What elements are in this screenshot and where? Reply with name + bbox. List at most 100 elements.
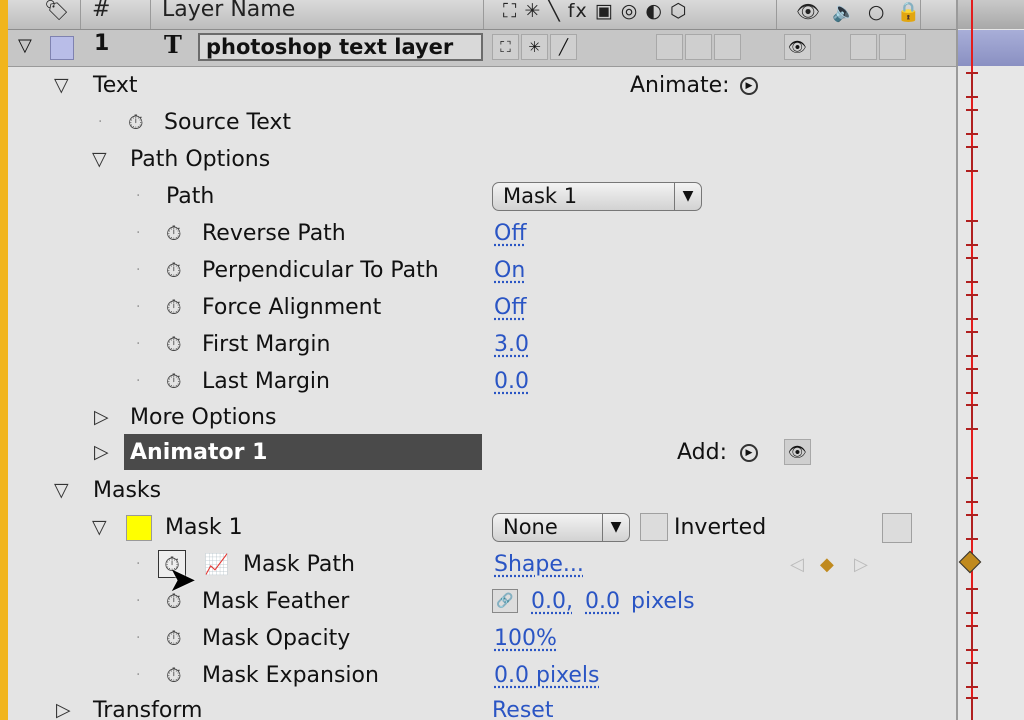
force-alignment-value[interactable]: Off [494,289,526,326]
mask-feather-x[interactable]: 0.0, [531,583,573,620]
reset-link[interactable]: Reset [492,692,553,720]
stopwatch-icon[interactable]: ⏱ [166,620,182,657]
stopwatch-icon[interactable]: ⏱ [166,252,182,289]
column-layer-name[interactable]: Layer Name [162,0,295,22]
column-index[interactable]: # [92,0,110,22]
layer-index: 1 [94,31,110,56]
quality-switch[interactable]: ╱ [550,34,577,60]
transform-row[interactable]: ▷ Transform Reset [0,692,956,720]
time-ruler[interactable] [958,0,1024,29]
path-label: Path [166,184,215,209]
keyframe-interval-icon [965,477,979,503]
keyframe-interval-icon [965,697,979,720]
visibility-eye-icon[interactable]: 👁 [784,34,811,60]
last-margin-value[interactable]: 0.0 [494,363,529,400]
first-margin-value[interactable]: 3.0 [494,326,529,363]
layer-color-swatch[interactable] [50,36,74,60]
animate-label: Animate: [630,73,730,98]
visibility-eye-icon[interactable]: 👁 [784,439,811,465]
next-keyframe-icon[interactable]: ▷ [854,546,868,583]
twirl-open-icon[interactable]: ▽ [54,67,69,104]
mouse-cursor-icon: ➤ [168,560,197,600]
twirl-open-icon[interactable]: ▽ [54,472,69,509]
stopwatch-icon[interactable]: ⏱ [166,657,182,694]
twirl-open-icon[interactable]: ▽ [92,141,107,178]
adjustment-switch[interactable] [685,34,712,60]
mask-opacity-row: · ⏱ Mask Opacity 100% [0,620,956,657]
add-keyframe-icon[interactable]: ◆ [820,546,834,583]
chevron-down-icon: ▼ [602,514,629,541]
twirl-closed-icon[interactable]: ▷ [56,692,71,720]
text-group-row[interactable]: ▽ Text Animate: ▶ [0,67,956,104]
perpendicular-row: · ⏱ Perpendicular To Path On [0,252,956,289]
twirl-closed-icon[interactable]: ▷ [94,399,109,436]
layer-row[interactable]: ▽ 1 T photoshop text layer ⛶ ✳ ╱ 👁 [8,30,958,67]
stopwatch-icon[interactable]: ⏱ [166,215,182,252]
collapse-switch[interactable]: ✳ [521,34,548,60]
mask-expansion-label: Mask Expansion [202,663,379,688]
motion-blur-switch[interactable] [656,34,683,60]
twirl-closed-icon[interactable]: ▷ [94,434,109,471]
add-menu-button[interactable]: ▶ [740,434,758,471]
shy-switch[interactable]: ⛶ [492,34,519,60]
animator-row[interactable]: ▷ Animator 1 Add: ▶ 👁 [0,434,956,471]
mask-opacity-label: Mask Opacity [202,626,351,651]
label-tag-icon[interactable]: 🏷 [44,0,69,22]
mask-color-swatch[interactable] [126,515,152,541]
stopwatch-icon[interactable]: ⏱ [128,104,144,141]
stopwatch-icon[interactable]: ⏱ [166,289,182,326]
animator-label[interactable]: Animator 1 [130,434,267,471]
reverse-path-label: Reverse Path [202,221,346,246]
perpendicular-label: Perpendicular To Path [202,258,439,283]
keyframe-interval-icon [965,331,979,357]
mask-expansion-row: · ⏱ Mask Expansion 0.0 pixels [0,657,956,694]
3d-switch[interactable] [714,34,741,60]
mask-path-value[interactable]: Shape... [494,546,584,583]
perpendicular-value[interactable]: On [494,252,525,289]
mask1-row[interactable]: ▽ Mask 1 None ▼ Inverted [0,509,956,546]
add-label: Add: [677,440,728,465]
stopwatch-icon[interactable]: ⏱ [166,326,182,363]
graph-icon[interactable]: 📈 [204,546,229,583]
keyframe-interval-icon [965,72,979,98]
last-margin-row: · ⏱ Last Margin 0.0 [0,363,956,400]
reverse-path-value[interactable]: Off [494,215,526,252]
layer-duration-bar[interactable] [958,30,1024,66]
prev-keyframe-icon[interactable]: ◁ [790,546,804,583]
mask-lock-checkbox[interactable] [882,513,912,543]
mask-expansion-value[interactable]: 0.0 pixels [494,657,600,694]
force-alignment-label: Force Alignment [202,295,382,320]
link-icon[interactable]: 🔗 [492,589,518,613]
text-layer-icon: T [164,30,182,59]
keyframe-interval-icon [965,625,979,651]
source-text-label: Source Text [164,110,292,135]
animate-menu-button[interactable]: ▶ [740,67,758,104]
solo-switch[interactable] [850,34,877,60]
layer-name-field[interactable]: photoshop text layer [198,33,483,61]
mask-mode-value: None [503,515,558,539]
path-options-label: Path Options [130,147,271,172]
inverted-checkbox[interactable] [640,513,668,541]
mask-opacity-value[interactable]: 100% [494,620,557,657]
keyframe-interval-icon [965,294,979,320]
mask-path-label: Mask Path [243,552,355,577]
more-options-label: More Options [130,405,277,430]
av-features-icons: 👁 🔈 ○ 🔒 [796,1,924,23]
keyframe-interval-icon [965,220,979,246]
inverted-label: Inverted [674,515,767,540]
mask-mode-dropdown[interactable]: None ▼ [492,513,630,542]
mask-feather-row: · ⏱ Mask Feather 🔗 0.0, 0.0 pixels [0,583,956,620]
lock-switch[interactable] [879,34,906,60]
mask-path-row: · ⏱ 📈 Mask Path Shape... ◁ ◆ ▷ [0,546,956,583]
stopwatch-icon[interactable]: ⏱ [166,363,182,400]
layer-twirl-icon[interactable]: ▽ [18,35,32,56]
keyframe-interval-icon [965,368,979,394]
first-margin-label: First Margin [202,332,331,357]
keyframe-interval-icon [965,662,979,688]
chevron-down-icon: ▼ [674,183,701,210]
mask-feather-y[interactable]: 0.0 [585,583,620,620]
masks-label: Masks [93,478,162,503]
twirl-open-icon[interactable]: ▽ [92,509,107,546]
path-dropdown[interactable]: Mask 1 ▼ [492,182,702,211]
mask-feather-unit: pixels [631,589,695,614]
